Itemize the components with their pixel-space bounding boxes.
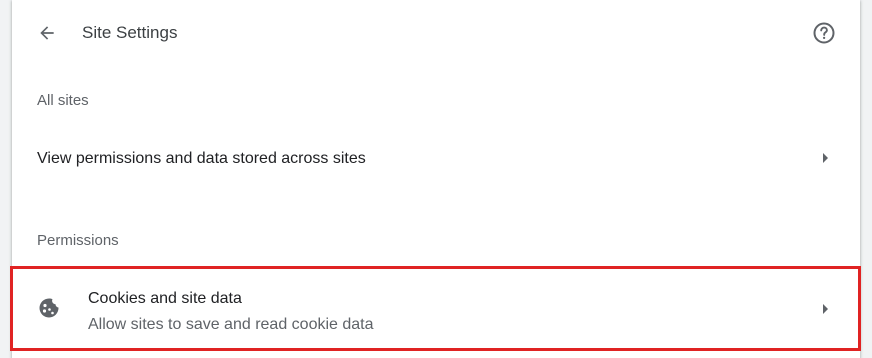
section-label-all-sites: All sites	[37, 92, 89, 109]
section-label-permissions: Permissions	[37, 232, 119, 249]
view-all-sites-label: View permissions and data stored across …	[37, 150, 366, 167]
chevron-right-icon	[820, 302, 830, 316]
page-title: Site Settings	[82, 23, 178, 42]
back-button[interactable]	[34, 20, 60, 46]
cookies-title: Cookies and site data	[88, 290, 242, 307]
view-all-sites-row[interactable]: View permissions and data stored across …	[12, 132, 860, 186]
help-icon	[813, 22, 835, 44]
help-button[interactable]	[812, 21, 836, 45]
cookie-icon	[37, 296, 61, 320]
chevron-right-icon	[820, 151, 830, 165]
arrow-back-icon	[40, 26, 54, 40]
page-header: Site Settings	[12, 0, 860, 66]
site-settings-card: Site Settings All sites View permissions…	[10, 0, 861, 358]
cookies-subtitle: Allow sites to save and read cookie data	[88, 316, 374, 333]
cookies-site-data-row[interactable]: Cookies and site data Allow sites to sav…	[10, 266, 861, 351]
